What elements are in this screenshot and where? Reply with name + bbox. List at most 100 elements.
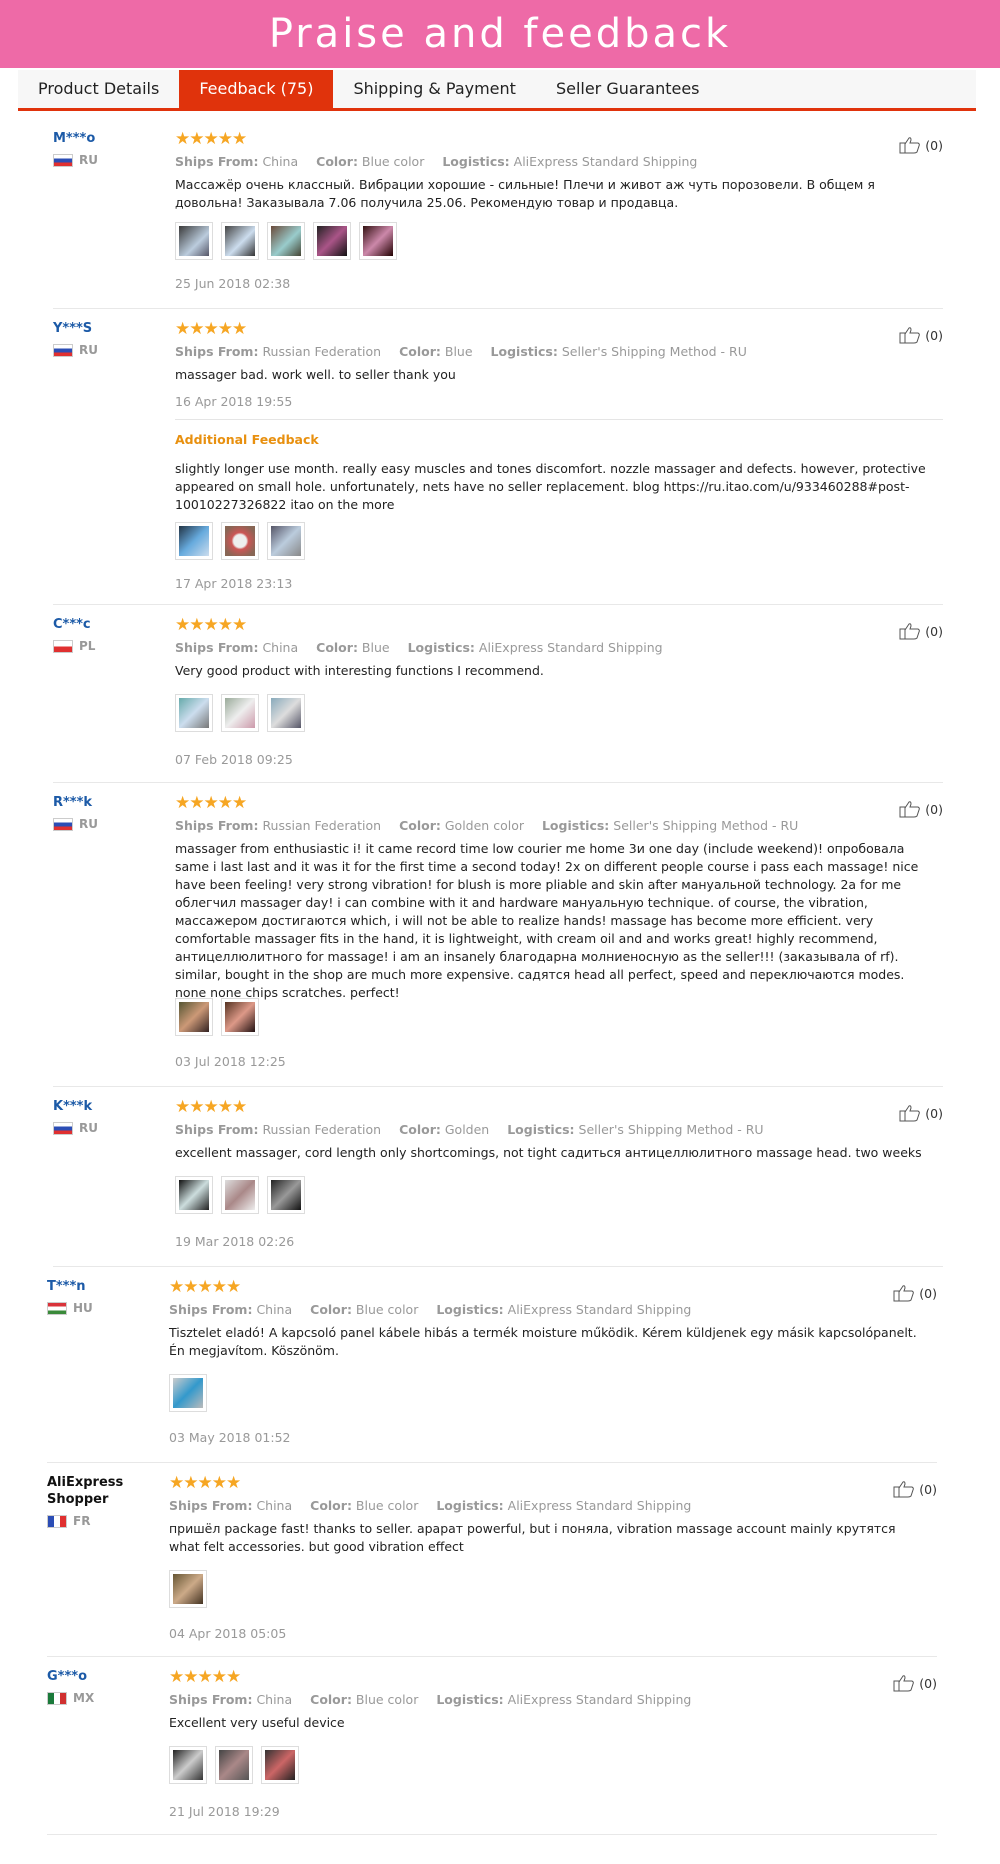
additional-feedback-text: slightly longer use month. really easy m…: [175, 461, 926, 512]
ships-from-label: Ships From:: [175, 640, 259, 655]
flag-icon: [47, 1514, 67, 1528]
review-photo[interactable]: [169, 1746, 207, 1784]
review-photo[interactable]: [169, 1374, 207, 1412]
divider: [175, 419, 943, 420]
helpful-count: (0): [919, 1675, 937, 1691]
review-photo[interactable]: [215, 1746, 253, 1784]
reviewer-name[interactable]: M***o: [53, 130, 163, 147]
review-text: massager bad. work well. to seller thank…: [175, 367, 456, 382]
review-photo[interactable]: [169, 1570, 207, 1608]
ships-from-label: Ships From:: [175, 154, 259, 169]
reviewer-country: RU: [53, 1121, 163, 1135]
review-photo[interactable]: [175, 998, 213, 1036]
review-photo[interactable]: [267, 1176, 305, 1214]
review-photo[interactable]: [175, 694, 213, 732]
review-text: Very good product with interesting funct…: [175, 663, 544, 678]
review-photo[interactable]: [267, 522, 305, 560]
reviewer-name[interactable]: K***k: [53, 1098, 163, 1115]
country-code: RU: [79, 817, 98, 831]
review-photo[interactable]: [267, 222, 305, 260]
order-info: Ships From: China Color: Blue color Logi…: [169, 1498, 691, 1513]
review-photo[interactable]: [175, 222, 213, 260]
tab-seller-guarantees[interactable]: Seller Guarantees: [536, 70, 720, 108]
color-value: Blue color: [355, 1692, 419, 1707]
color-value: Golden color: [444, 818, 524, 833]
ships-from-value: Russian Federation: [262, 344, 382, 359]
ships-from-value: China: [256, 1302, 293, 1317]
tab-product-details[interactable]: Product Details: [18, 70, 179, 108]
star-rating: ★★★★★: [175, 319, 247, 339]
tab-bar: Product Details Feedback (75) Shipping &…: [18, 70, 976, 111]
helpful-button[interactable]: (0): [899, 800, 943, 818]
logistics-value: Seller's Shipping Method - RU: [613, 818, 799, 833]
logistics-label: Logistics:: [436, 1302, 504, 1317]
review-photo[interactable]: [267, 694, 305, 732]
country-code: RU: [79, 343, 98, 357]
helpful-button[interactable]: (0): [899, 1104, 943, 1122]
review-photo[interactable]: [175, 1176, 213, 1214]
review-photo[interactable]: [359, 222, 397, 260]
reviewer-name[interactable]: T***n: [47, 1278, 157, 1295]
reviewer-name[interactable]: C***c: [53, 616, 163, 633]
review-photo[interactable]: [221, 694, 259, 732]
color-value: Blue color: [361, 154, 425, 169]
color-value: Golden: [444, 1122, 490, 1137]
logistics-label: Logistics:: [407, 640, 475, 655]
page-banner: Praise and feedback: [0, 0, 1000, 68]
color-label: Color:: [316, 154, 358, 169]
ships-from-label: Ships From:: [175, 1122, 259, 1137]
review-photo[interactable]: [221, 1176, 259, 1214]
helpful-count: (0): [925, 137, 943, 153]
tab-feedback[interactable]: Feedback (75): [179, 70, 334, 108]
logistics-value: AliExpress Standard Shipping: [513, 154, 698, 169]
review-item: C***c PL ★★★★★ Ships From: China Color: …: [53, 604, 943, 783]
thumbs-up-icon: [893, 1481, 915, 1498]
star-rating: ★★★★★: [169, 1277, 241, 1297]
ships-from-label: Ships From:: [169, 1302, 253, 1317]
reviewer-name[interactable]: R***k: [53, 794, 163, 811]
review-text: пришёл package fast! thanks to seller. а…: [169, 1521, 896, 1554]
review-photo[interactable]: [221, 222, 259, 260]
reviewer-name[interactable]: AliExpress Shopper: [47, 1474, 127, 1508]
reviewer-name[interactable]: Y***S: [53, 320, 163, 337]
review-text: massager from enthusiastic i! it came re…: [175, 841, 919, 1000]
review-photos: [169, 1746, 299, 1784]
additional-feedback-heading: Additional Feedback: [175, 432, 319, 447]
ships-from-value: China: [262, 640, 299, 655]
reviewer-country: PL: [53, 639, 163, 653]
logistics-value: AliExpress Standard Shipping: [478, 640, 663, 655]
logistics-label: Logistics:: [436, 1498, 504, 1513]
color-label: Color:: [316, 640, 358, 655]
review-photos: [175, 222, 397, 260]
order-info: Ships From: Russian Federation Color: Bl…: [175, 344, 747, 359]
helpful-button[interactable]: (0): [899, 326, 943, 344]
color-label: Color:: [310, 1498, 352, 1513]
helpful-button[interactable]: (0): [893, 1674, 937, 1692]
reviewer-country: MX: [47, 1691, 157, 1705]
reviewer-country: FR: [47, 1514, 157, 1528]
review-photo[interactable]: [261, 1746, 299, 1784]
review-item: Y***S RU ★★★★★ Ships From: Russian Feder…: [53, 308, 943, 605]
review-date: 04 Apr 2018 05:05: [169, 1626, 287, 1641]
helpful-button[interactable]: (0): [899, 622, 943, 640]
helpful-button[interactable]: (0): [893, 1284, 937, 1302]
tab-shipping-payment[interactable]: Shipping & Payment: [333, 70, 536, 108]
review-item: AliExpress Shopper FR ★★★★★ Ships From: …: [47, 1462, 937, 1657]
order-info: Ships From: China Color: Blue color Logi…: [169, 1302, 691, 1317]
ships-from-value: China: [262, 154, 299, 169]
review-photo[interactable]: [313, 222, 351, 260]
helpful-button[interactable]: (0): [893, 1480, 937, 1498]
helpful-button[interactable]: (0): [899, 136, 943, 154]
review-photo[interactable]: [221, 522, 259, 560]
review-text: excellent massager, cord length only sho…: [175, 1145, 922, 1160]
review-photo[interactable]: [175, 522, 213, 560]
review-text: Excellent very useful device: [169, 1715, 345, 1730]
reviewer: M***o RU: [53, 130, 163, 167]
review-photo[interactable]: [221, 998, 259, 1036]
flag-icon: [47, 1691, 67, 1705]
review-date: 16 Apr 2018 19:55: [175, 394, 293, 409]
order-info: Ships From: China Color: Blue color Logi…: [175, 154, 697, 169]
color-value: Blue color: [355, 1498, 419, 1513]
reviewer-name[interactable]: G***o: [47, 1668, 157, 1685]
country-code: MX: [73, 1691, 95, 1705]
